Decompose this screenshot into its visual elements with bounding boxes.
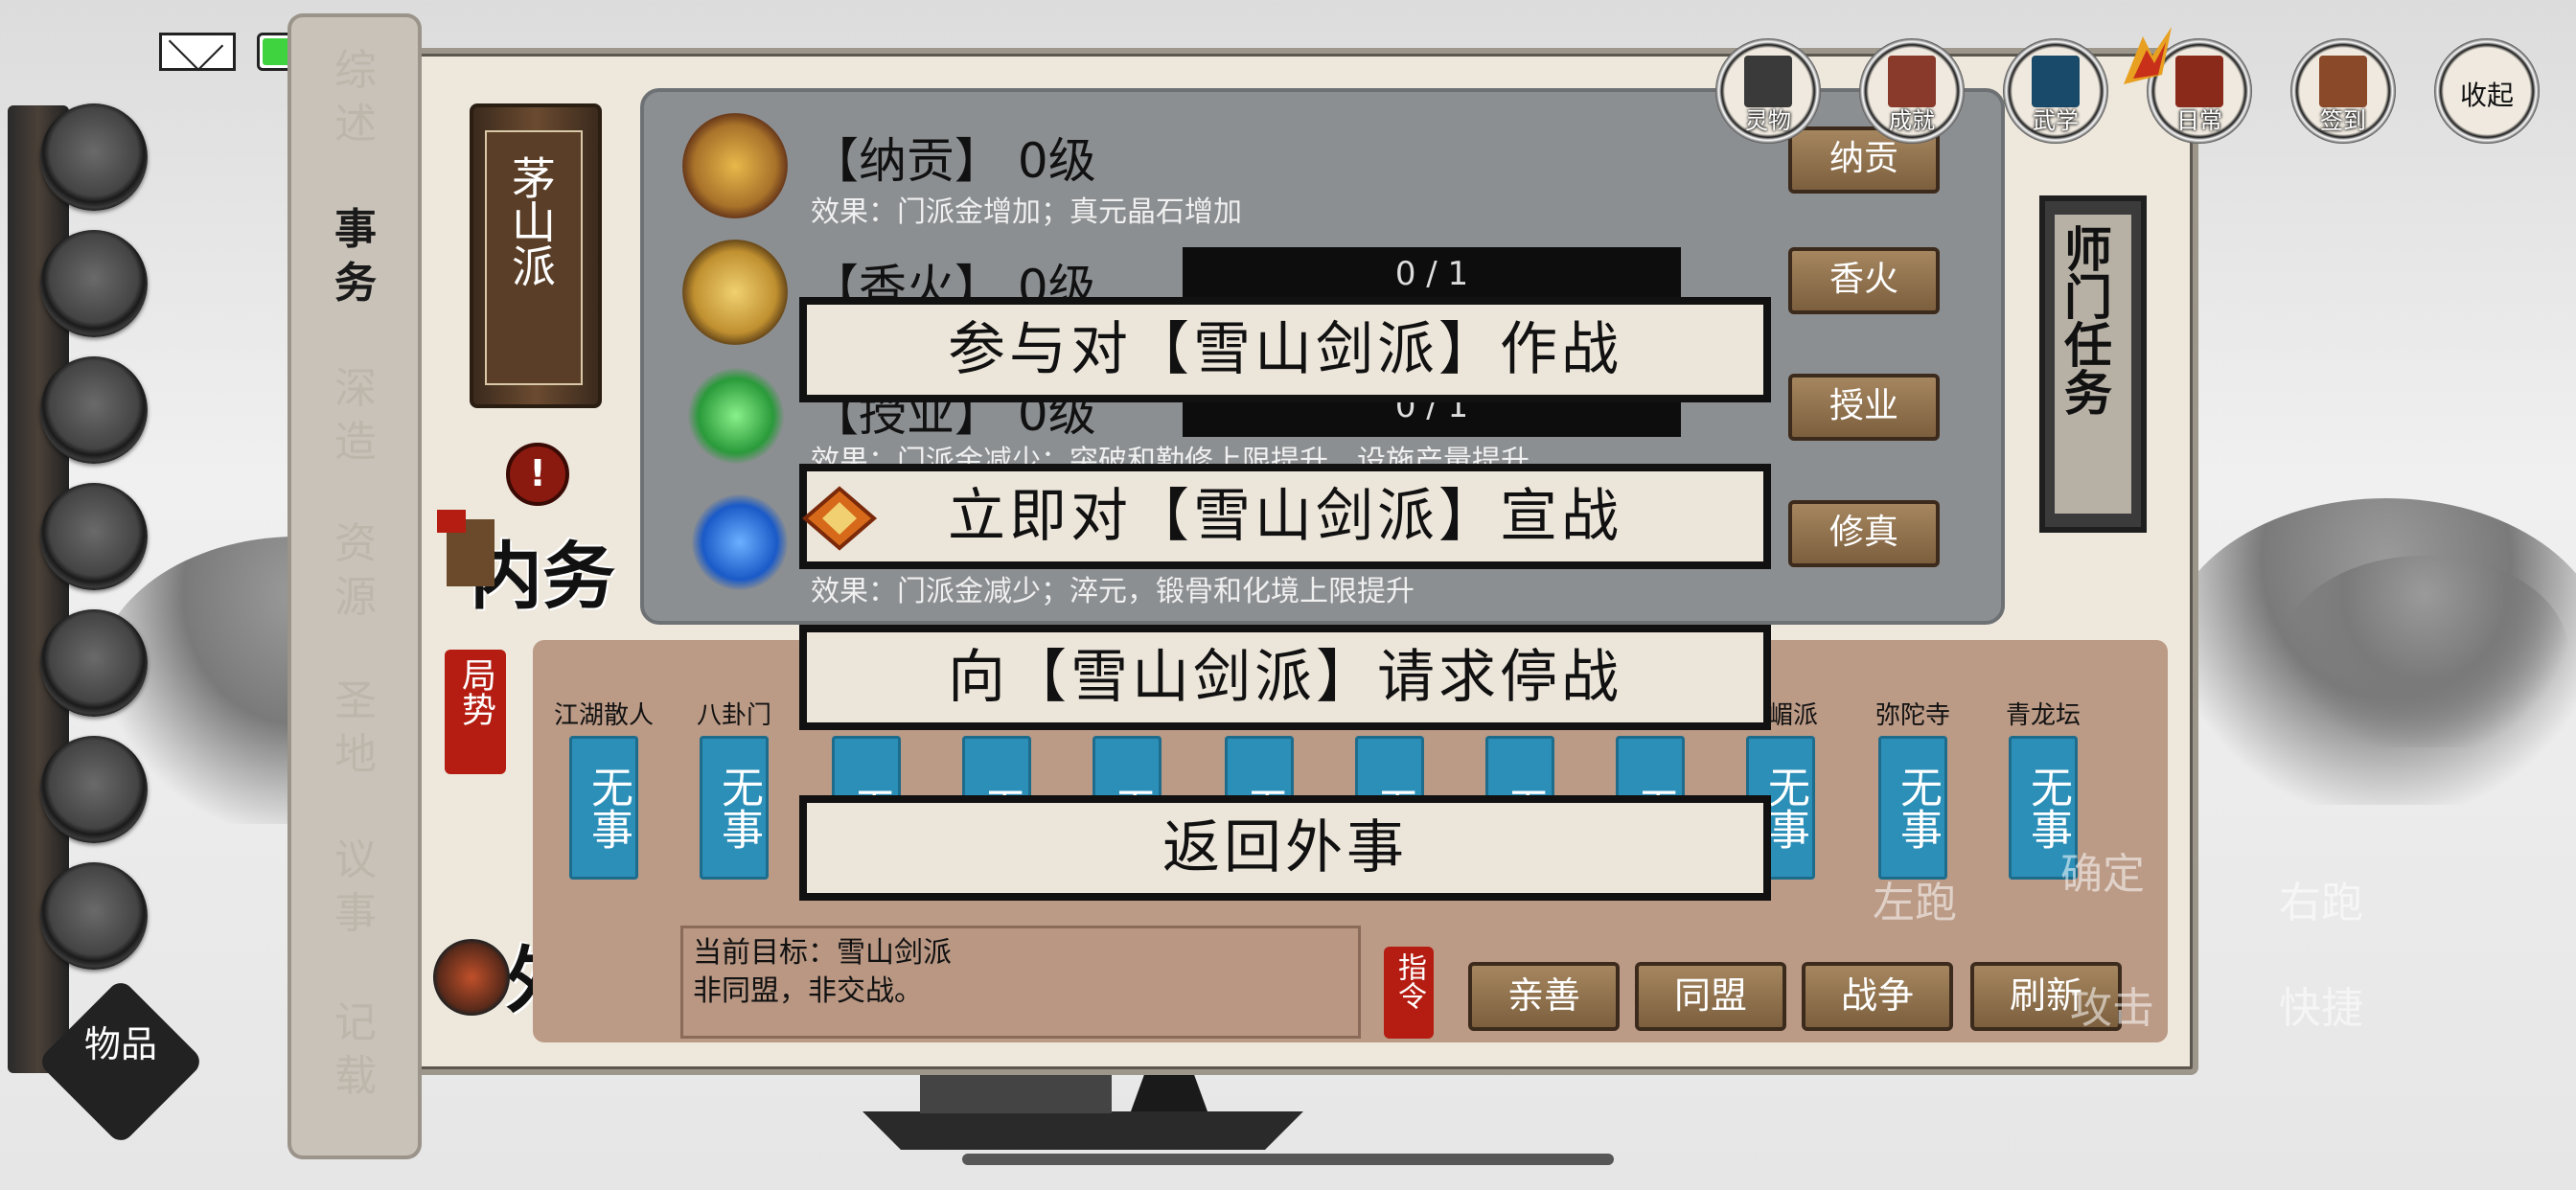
tab-study[interactable]: 深造: [316, 362, 395, 469]
situation-seal: 局势: [445, 650, 506, 774]
alert-icon[interactable]: !: [506, 443, 569, 506]
faction-status[interactable]: 无事: [700, 736, 769, 880]
command-label: 指令: [1392, 952, 1426, 1010]
return-outer-affairs-option[interactable]: 返回外事: [799, 795, 1771, 901]
faction-name: 弥陀寺: [1874, 701, 1950, 730]
spirit-button[interactable]: 灵物: [1715, 38, 1821, 144]
tribute-effect: 效果：门派金增加；真元晶石增加: [811, 195, 1242, 229]
skill-slot-1[interactable]: [40, 103, 148, 211]
sect-banner: 茅山派: [470, 103, 602, 408]
martial-arts-button[interactable]: 武学: [2003, 38, 2108, 144]
achievement-button[interactable]: 成就: [1859, 38, 1965, 144]
seal-icon: [437, 510, 494, 586]
teaching-button[interactable]: 授业: [1788, 374, 1940, 441]
tab-holy-land[interactable]: 圣地: [316, 675, 395, 782]
skill-slot-5[interactable]: [40, 609, 148, 717]
skill-slot-6[interactable]: [40, 736, 148, 843]
cultivation-icon: [692, 494, 788, 590]
skill-slot-3[interactable]: [40, 356, 148, 464]
request-ceasefire-option[interactable]: 向【雪山剑派】请求停战: [799, 625, 1771, 730]
faction-name: 江湖散人: [553, 701, 654, 730]
current-target-box: 当前目标：雪山剑派 非同盟，非交战。: [680, 926, 1361, 1039]
friendship-button[interactable]: 亲善: [1468, 962, 1620, 1031]
skill-slot-7[interactable]: [40, 862, 148, 970]
ink-mountain-far: [2281, 556, 2568, 747]
items-label: 物品: [83, 1023, 157, 1065]
achievement-label: 成就: [1889, 107, 1935, 134]
faction-name: 八卦门: [696, 701, 771, 730]
shortcut-control[interactable]: 快捷: [2279, 973, 2363, 1035]
target-line-2: 非同盟，非交战。: [693, 974, 923, 1008]
faction-status[interactable]: 无事: [569, 736, 638, 880]
collapse-button[interactable]: 收起: [2434, 38, 2540, 144]
collapse-label: 收起: [2459, 80, 2514, 111]
attack-control[interactable]: 攻击: [2070, 973, 2154, 1035]
war-button[interactable]: 战争: [1802, 962, 1953, 1031]
tab-council[interactable]: 议事: [316, 834, 395, 941]
incense-button[interactable]: 香火: [1788, 247, 1940, 314]
master-task-plaque[interactable]: 师门任务: [2039, 195, 2147, 533]
tab-records[interactable]: 记载: [316, 996, 395, 1104]
cultivation-button[interactable]: 修真: [1788, 500, 1940, 567]
cultivation-effect: 效果：门派金减少；淬元，锻骨和化境上限提升: [811, 575, 1414, 608]
alliance-button[interactable]: 同盟: [1635, 962, 1786, 1031]
tribute-title: 【纳贡】 0级: [811, 133, 1096, 189]
confirm-control[interactable]: 确定: [2060, 839, 2145, 901]
home-indicator: [962, 1154, 1614, 1165]
move-left-control[interactable]: 左跑: [1873, 868, 1957, 929]
outer-affairs-icon: [433, 939, 510, 1016]
target-line-1: 当前目标：雪山剑派: [693, 936, 952, 970]
command-seal: 指令: [1384, 947, 1434, 1039]
incense-progress: 0 / 1: [1183, 247, 1681, 301]
join-war-option[interactable]: 参与对【雪山剑派】作战: [799, 297, 1771, 402]
skill-slot-4[interactable]: [40, 483, 148, 590]
tribute-icon: [682, 113, 788, 218]
faction-status[interactable]: 无事: [1878, 736, 1947, 880]
flame-notice-icon: [2124, 27, 2172, 84]
move-right-control[interactable]: 右跑: [2279, 868, 2363, 929]
diamond-cursor-icon: [801, 486, 878, 551]
mail-icon[interactable]: [159, 33, 236, 71]
checkin-button[interactable]: 签到: [2290, 38, 2396, 144]
martial-arts-label: 武学: [2033, 107, 2079, 134]
tab-resources[interactable]: 资源: [316, 517, 395, 625]
faction-name: 青龙坛: [2005, 701, 2081, 730]
daily-label: 日常: [2176, 107, 2222, 134]
master-task-label: 师门任务: [2057, 224, 2113, 416]
checkin-label: 签到: [2320, 107, 2366, 134]
sect-name: 茅山派: [505, 155, 557, 287]
tab-affairs[interactable]: 事务: [316, 203, 395, 310]
spirit-label: 灵物: [1745, 107, 1791, 134]
declare-war-option[interactable]: 立即对【雪山剑派】宣战: [799, 464, 1771, 569]
skill-slot-2[interactable]: [40, 230, 148, 337]
teaching-icon: [688, 368, 784, 464]
situation-label: 局势: [456, 657, 495, 726]
incense-icon: [682, 240, 788, 345]
tab-overview[interactable]: 综述: [316, 44, 395, 151]
